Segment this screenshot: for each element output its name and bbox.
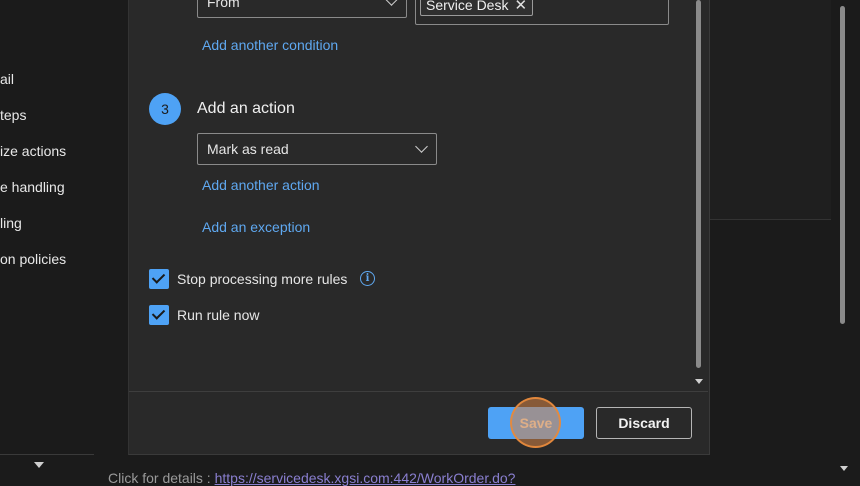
scroll-down-arrow-icon[interactable] bbox=[840, 466, 848, 471]
page-scrollbar-thumb[interactable] bbox=[840, 6, 845, 324]
run-rule-now-checkbox[interactable] bbox=[149, 305, 169, 325]
condition-field-select[interactable]: From bbox=[197, 0, 407, 18]
stop-processing-label: Stop processing more rules bbox=[177, 271, 348, 287]
discard-button[interactable]: Discard bbox=[596, 407, 692, 439]
nav-item-mail[interactable]: ail bbox=[0, 71, 14, 87]
nav-item-message-handling[interactable]: e handling bbox=[0, 179, 65, 195]
background-divider bbox=[709, 219, 831, 220]
nav-item-forwarding[interactable]: ling bbox=[0, 215, 22, 231]
email-preview-text: Click for details : https://servicedesk.… bbox=[108, 470, 516, 486]
stop-processing-checkbox[interactable] bbox=[149, 269, 169, 289]
add-action-link[interactable]: Add another action bbox=[202, 177, 320, 193]
info-icon[interactable]: i bbox=[360, 271, 375, 286]
dialog-footer-divider bbox=[129, 391, 708, 392]
add-exception-link[interactable]: Add an exception bbox=[202, 219, 310, 235]
scroll-down-arrow-icon[interactable] bbox=[695, 379, 703, 384]
add-condition-link[interactable]: Add another condition bbox=[202, 37, 338, 53]
action-select[interactable]: Mark as read bbox=[197, 133, 437, 165]
email-preview-link[interactable]: https://servicedesk.xgsi.com:442/WorkOrd… bbox=[215, 470, 516, 486]
background-panel bbox=[709, 0, 831, 219]
chevron-down-icon bbox=[385, 0, 398, 6]
chevron-down-icon[interactable] bbox=[34, 462, 44, 468]
nav-separator bbox=[0, 454, 94, 455]
condition-field-value: From bbox=[207, 0, 240, 10]
value-chip: Service Desk ✕ bbox=[420, 0, 534, 16]
nav-item-retention-policies[interactable]: on policies bbox=[0, 251, 66, 267]
run-rule-now-label: Run rule now bbox=[177, 307, 260, 323]
save-button[interactable]: Save bbox=[488, 407, 584, 439]
nav-item-customize-actions[interactable]: ize actions bbox=[0, 143, 66, 159]
dialog-scrollbar-thumb[interactable] bbox=[696, 0, 701, 368]
chevron-down-icon bbox=[415, 140, 428, 153]
step-number-badge: 3 bbox=[149, 93, 181, 125]
nav-item-quick-steps[interactable]: teps bbox=[0, 107, 26, 123]
action-select-value: Mark as read bbox=[207, 141, 289, 157]
value-chip-label: Service Desk bbox=[426, 0, 509, 13]
close-icon[interactable]: ✕ bbox=[514, 0, 527, 13]
step-title: Add an action bbox=[197, 100, 295, 117]
